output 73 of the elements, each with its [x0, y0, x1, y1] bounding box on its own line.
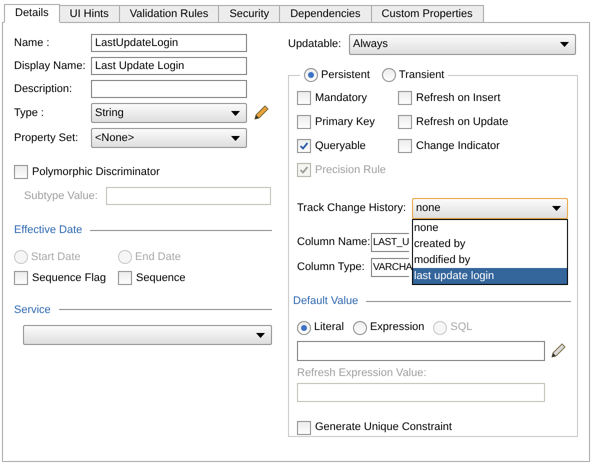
radio-label: Expression: [370, 320, 424, 336]
caret-icon: [231, 110, 240, 116]
text-field[interactable]: [91, 80, 247, 98]
field-label: Updatable:: [288, 37, 342, 52]
tab[interactable]: Dependencies: [280, 5, 372, 22]
checkbox-label: Refresh on Update: [416, 114, 508, 130]
text-field[interactable]: Last Update Login: [91, 57, 247, 75]
field-label: Type :: [14, 106, 45, 121]
radio-label: End Date: [135, 250, 181, 264]
checkbox-label: Primary Key: [315, 114, 375, 130]
field-label: Track Change History:: [297, 201, 408, 216]
field-label: Name :: [14, 36, 50, 51]
checkbox[interactable]: [398, 115, 412, 129]
checkbox-label: Polymorphic Discriminator: [32, 164, 160, 180]
radio-button[interactable]: [352, 320, 367, 334]
checkbox[interactable]: [14, 165, 28, 179]
tab[interactable]: Validation Rules: [120, 5, 220, 22]
dropdown[interactable]: [23, 325, 272, 345]
checkbox-label: Sequence Flag: [32, 270, 106, 286]
tab[interactable]: Details: [4, 4, 60, 23]
caret-icon: [231, 136, 240, 140]
field-label: Description:: [14, 82, 74, 97]
radio-label: Transient: [398, 68, 444, 83]
field-label: Refresh Expression Value:: [297, 366, 426, 378]
radio-label: Persistent: [321, 68, 370, 83]
radio-label: SQL: [450, 320, 472, 336]
field-label: Display Name:: [14, 58, 87, 74]
dropdown[interactable]: none: [412, 198, 568, 219]
checkbox[interactable]: [297, 420, 311, 434]
checkbox-label: Generate Unique Constraint: [315, 420, 452, 436]
checkbox-label: Mandatory: [315, 90, 367, 106]
tab[interactable]: Custom Properties: [372, 5, 484, 22]
field-label: Property Set:: [14, 130, 80, 146]
dropdown[interactable]: String: [91, 103, 247, 123]
checkbox-label: Change Indicator: [416, 138, 500, 154]
checkbox[interactable]: [297, 115, 311, 129]
radio-button[interactable]: [304, 68, 318, 82]
checkbox-label: Sequence: [136, 270, 186, 286]
dropdown-option[interactable]: created by: [413, 236, 567, 252]
caret-icon: [256, 332, 265, 338]
checkbox[interactable]: [14, 270, 28, 285]
checkbox[interactable]: [297, 139, 311, 153]
checkbox-label: Queryable: [315, 138, 366, 154]
radio-button[interactable]: [382, 68, 396, 82]
pencil-icon[interactable]: [550, 342, 566, 358]
field-label: Column Name:: [297, 235, 371, 250]
field-label: Column Type:: [297, 260, 366, 276]
section-title: Default Value: [293, 294, 358, 309]
text-field[interactable]: LAST_U: [371, 233, 409, 252]
text-field[interactable]: [297, 340, 545, 360]
radio-label: Literal: [314, 320, 344, 336]
dropdown-option[interactable]: none: [413, 220, 567, 236]
tab[interactable]: UI Hints: [60, 5, 120, 22]
section-title: Effective Date: [14, 223, 82, 238]
dropdown[interactable]: <None>: [91, 128, 247, 148]
checkbox[interactable]: [297, 91, 311, 105]
checkbox-label: Refresh on Insert: [416, 90, 500, 106]
dropdown-option[interactable]: last update login: [413, 268, 567, 284]
tab[interactable]: Security: [219, 5, 280, 22]
caret-icon: [552, 206, 561, 211]
text-field[interactable]: LastUpdateLogin: [91, 34, 247, 52]
radio-button[interactable]: [297, 320, 311, 334]
dropdown[interactable]: Always: [349, 34, 576, 55]
checkbox-label: Precision Rule: [315, 162, 386, 178]
section-title: Service: [14, 302, 51, 318]
radio-label: Start Date: [31, 250, 81, 264]
checkbox[interactable]: [398, 139, 412, 153]
checkbox[interactable]: [118, 270, 132, 285]
field-label: Subtype Value:: [24, 188, 99, 204]
caret-icon: [560, 42, 569, 47]
dropdown-option[interactable]: modified by: [413, 252, 567, 268]
pencil-icon[interactable]: [253, 105, 269, 121]
checkbox[interactable]: [398, 91, 412, 105]
